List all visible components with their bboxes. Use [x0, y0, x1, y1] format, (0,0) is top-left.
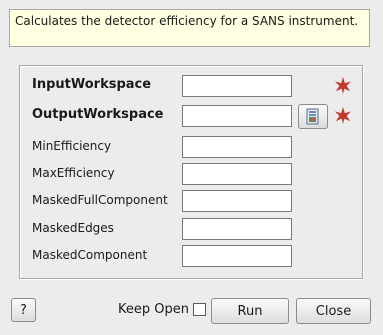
property-row-min-efficiency: MinEfficiency [20, 136, 362, 158]
output-workspace-field[interactable] [182, 105, 292, 127]
close-button[interactable]: Close [296, 298, 371, 324]
property-row-masked-edges: MaskedEdges [20, 218, 362, 240]
workspace-browse-icon [306, 108, 319, 124]
property-label: MaskedEdges [32, 221, 114, 235]
min-efficiency-field[interactable] [182, 136, 292, 158]
input-workspace-field[interactable] [182, 75, 292, 97]
keep-open-label: Keep Open [118, 302, 189, 317]
help-button[interactable]: ? [11, 298, 36, 322]
property-row-input-workspace: InputWorkspace [20, 75, 362, 97]
property-label: MaskedComponent [32, 248, 148, 262]
required-star-icon [334, 106, 352, 124]
property-label: MinEfficiency [32, 139, 112, 153]
required-star-icon [334, 76, 352, 94]
property-label: MaskedFullComponent [32, 193, 168, 207]
property-label: OutputWorkspace [32, 107, 164, 122]
run-button[interactable]: Run [211, 298, 289, 324]
property-label: MaxEfficiency [32, 166, 115, 180]
property-row-masked-component: MaskedComponent [20, 245, 362, 267]
keep-open-checkbox[interactable] [193, 303, 206, 316]
max-efficiency-field[interactable] [182, 163, 292, 185]
masked-edges-field[interactable] [182, 218, 292, 240]
property-row-output-workspace: OutputWorkspace [20, 104, 362, 129]
masked-component-field[interactable] [182, 245, 292, 267]
algorithm-description: Calculates the detector efficiency for a… [9, 9, 370, 47]
property-label: InputWorkspace [32, 77, 152, 92]
property-row-max-efficiency: MaxEfficiency [20, 163, 362, 185]
property-row-masked-full-component: MaskedFullComponent [20, 190, 362, 212]
workspace-browse-button[interactable] [298, 104, 328, 129]
properties-panel: InputWorkspace OutputWorkspace MinEffici… [19, 65, 363, 279]
masked-full-component-field[interactable] [182, 190, 292, 212]
